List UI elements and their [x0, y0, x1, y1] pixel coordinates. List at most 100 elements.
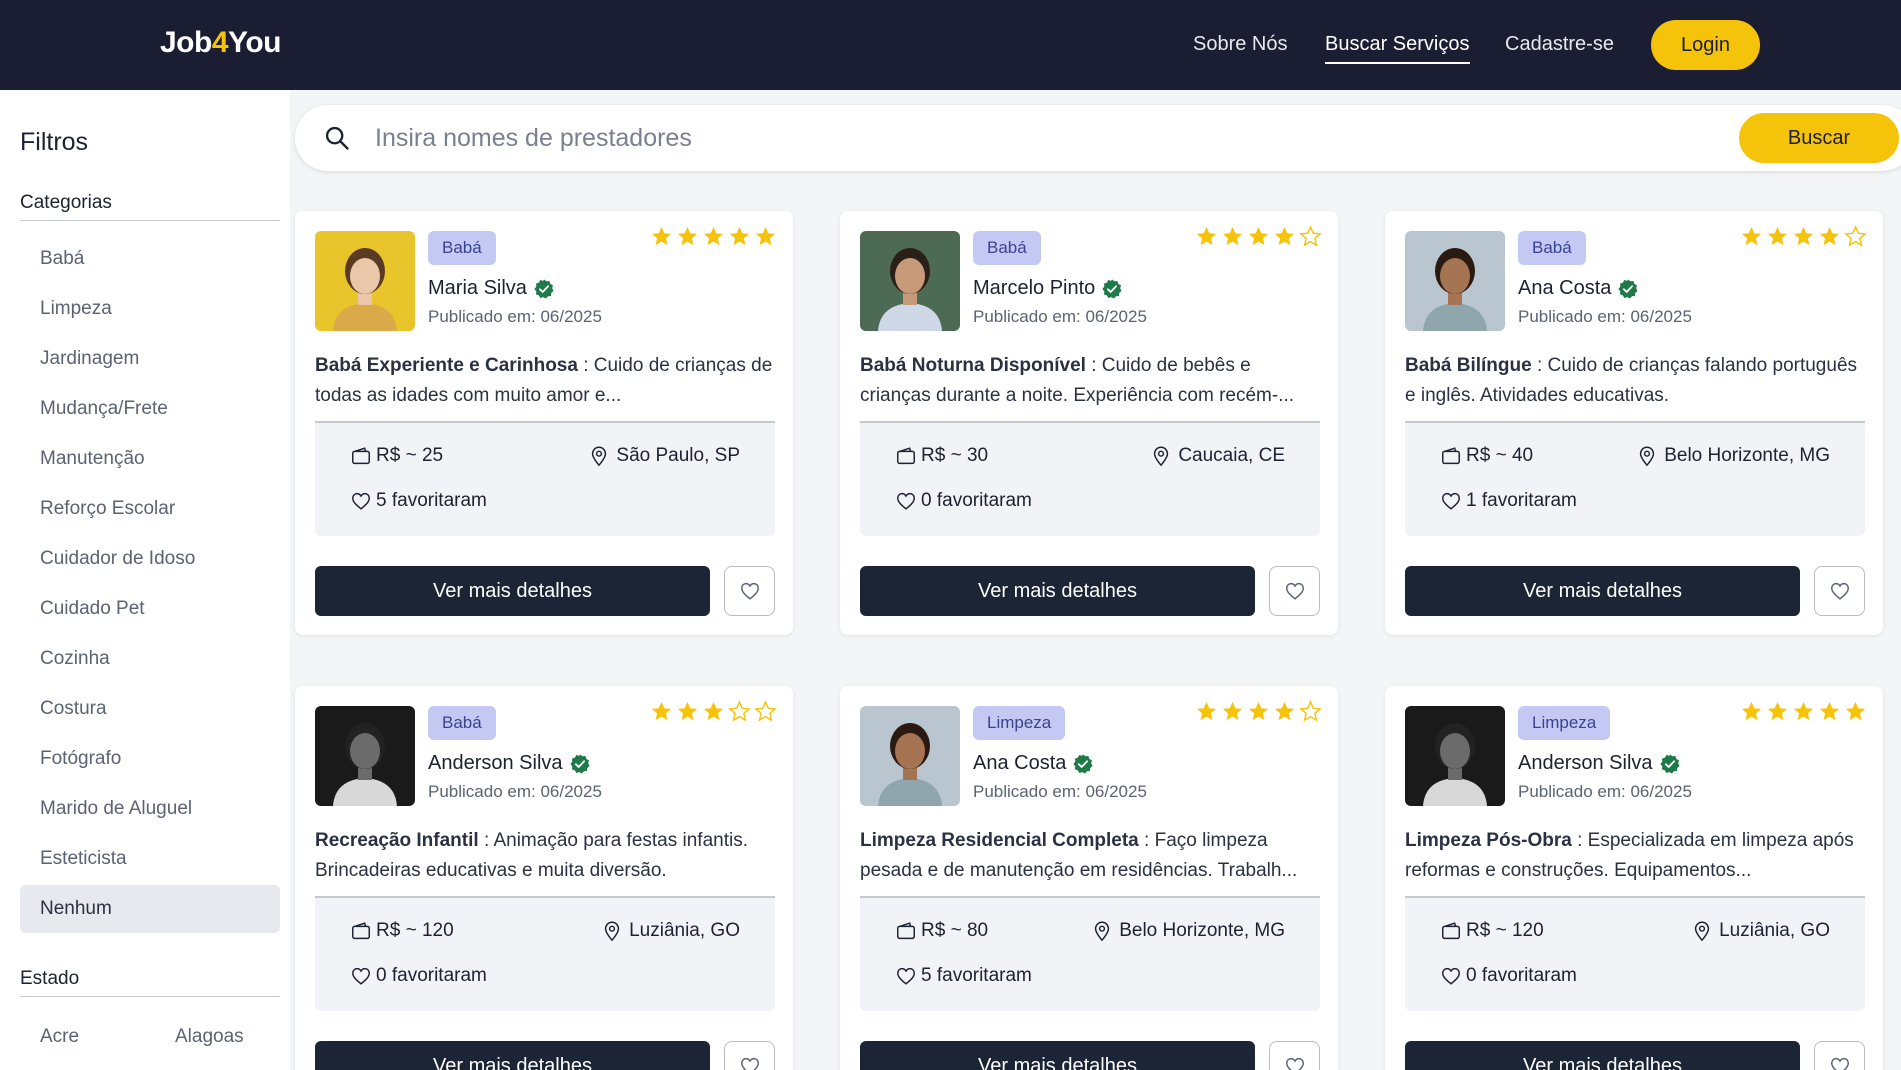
avatar	[1405, 706, 1505, 806]
heart-icon	[740, 582, 759, 600]
provider-name-row: Anderson Silva	[428, 752, 591, 775]
star-filled-icon	[1222, 226, 1243, 246]
category-item[interactable]: Babá	[20, 235, 280, 283]
favorite-button[interactable]	[724, 566, 775, 616]
location-pin-icon	[604, 921, 620, 942]
provider-name-row: Marcelo Pinto	[973, 277, 1123, 300]
avatar	[315, 231, 415, 331]
star-filled-icon	[1741, 226, 1762, 246]
category-item[interactable]: Reforço Escolar	[20, 485, 280, 533]
service-description: Recreação Infantil : Animação para festa…	[315, 826, 780, 886]
category-item[interactable]: Marido de Aluguel	[20, 785, 280, 833]
category-item[interactable]: Cuidador de Idoso	[20, 535, 280, 583]
favorite-button[interactable]	[1814, 1041, 1865, 1070]
service-card: Babá Anderson Silva Publicado em: 06/2025 R…	[295, 686, 793, 1070]
published-date: Publicado em: 06/2025	[428, 307, 602, 326]
heart-icon	[1285, 582, 1304, 600]
favorite-button[interactable]	[1269, 1041, 1320, 1070]
state-item-acre[interactable]: Acre	[20, 1013, 140, 1061]
service-info-box: R$ ~ 80 Belo Horizonte, MG 5 favoritaram	[860, 896, 1320, 1011]
price-value: R$ ~ 40	[1466, 445, 1534, 466]
service-info-box: R$ ~ 120 Luziânia, GO 0 favoritaram	[1405, 896, 1865, 1011]
star-filled-icon	[1819, 701, 1840, 721]
service-title: Babá Experiente e Carinhosa	[315, 355, 578, 376]
star-filled-icon	[1196, 701, 1217, 721]
rating-stars	[650, 225, 777, 248]
nav-link-buscar-servicos[interactable]: Buscar Serviços	[1325, 33, 1470, 64]
heart-icon	[1285, 1057, 1304, 1070]
service-description: Babá Experiente e Carinhosa : Cuido de c…	[315, 351, 780, 411]
rating-stars	[1740, 225, 1867, 248]
price-value: R$ ~ 25	[376, 445, 444, 466]
star-filled-icon	[703, 226, 724, 246]
star-filled-icon	[1793, 226, 1814, 246]
view-details-button[interactable]: Ver mais detalhes	[315, 566, 710, 616]
price-value: R$ ~ 120	[1466, 920, 1544, 941]
category-item[interactable]: Cozinha	[20, 635, 280, 683]
heart-outline-icon	[352, 492, 370, 510]
rating-stars	[1195, 700, 1322, 723]
state-item-alagoas[interactable]: Alagoas	[155, 1013, 275, 1061]
view-details-button[interactable]: Ver mais detalhes	[315, 1041, 710, 1070]
price-info: R$ ~ 30	[895, 445, 988, 467]
location-info: Belo Horizonte, MG	[1636, 445, 1830, 467]
star-filled-icon	[729, 226, 750, 246]
provider-name: Maria Silva	[428, 277, 527, 299]
favorite-button[interactable]	[1269, 566, 1320, 616]
rating-stars	[1740, 700, 1867, 723]
favorites-info: 5 favoritaram	[350, 490, 487, 512]
search-button[interactable]: Buscar	[1739, 113, 1899, 163]
view-details-button[interactable]: Ver mais detalhes	[860, 1041, 1255, 1070]
category-item[interactable]: Mudança/Frete	[20, 385, 280, 433]
category-item[interactable]: Limpeza	[20, 285, 280, 333]
star-outline-icon	[1299, 700, 1322, 722]
favorite-button[interactable]	[1814, 566, 1865, 616]
view-details-button[interactable]: Ver mais detalhes	[860, 566, 1255, 616]
provider-name: Anderson Silva	[1518, 752, 1653, 774]
view-details-button[interactable]: Ver mais detalhes	[1405, 1041, 1800, 1070]
nav-link-cadastre-se[interactable]: Cadastre-se	[1505, 33, 1614, 56]
favorites-count: 5 favoritaram	[376, 490, 487, 511]
category-item[interactable]: Nenhum	[20, 885, 280, 933]
heart-outline-icon	[1442, 967, 1460, 985]
login-button[interactable]: Login	[1651, 20, 1760, 70]
logo[interactable]: Job4You	[160, 26, 281, 60]
search-input[interactable]	[375, 121, 1675, 155]
service-info-box: R$ ~ 40 Belo Horizonte, MG 1 favoritaram	[1405, 421, 1865, 536]
service-title: Limpeza Pós-Obra	[1405, 830, 1572, 851]
price-value: R$ ~ 80	[921, 920, 989, 941]
service-card: Babá Maria Silva Publicado em: 06/2025 Babá…	[295, 211, 793, 635]
nav-link-sobre-nos[interactable]: Sobre Nós	[1193, 33, 1288, 56]
location-value: Luziânia, GO	[629, 920, 740, 941]
service-card: Babá Marcelo Pinto Publicado em: 06/2025 Ba…	[840, 211, 1338, 635]
avatar	[860, 231, 960, 331]
star-filled-icon	[1274, 701, 1295, 721]
favorites-info: 1 favoritaram	[1440, 490, 1577, 512]
category-item[interactable]: Fotógrafo	[20, 735, 280, 783]
categories-title: Categorias	[20, 192, 112, 213]
provider-name: Ana Costa	[1518, 277, 1612, 299]
heart-icon	[740, 1057, 759, 1070]
favorites-count: 0 favoritaram	[921, 490, 1032, 511]
category-badge: Babá	[1518, 231, 1586, 265]
location-pin-icon	[592, 446, 607, 467]
star-filled-icon	[755, 226, 776, 246]
category-item[interactable]: Costura	[20, 685, 280, 733]
category-item[interactable]: Manutenção	[20, 435, 280, 483]
star-filled-icon	[1248, 226, 1269, 246]
search-icon	[325, 126, 349, 150]
category-item[interactable]: Esteticista	[20, 835, 280, 883]
favorite-button[interactable]	[724, 1041, 775, 1070]
view-details-button[interactable]: Ver mais detalhes	[1405, 566, 1800, 616]
provider-name: Ana Costa	[973, 752, 1067, 774]
service-title: Babá Bilíngue	[1405, 355, 1532, 376]
star-outline-icon	[754, 700, 777, 722]
location-value: Caucaia, CE	[1178, 445, 1285, 466]
published-date: Publicado em: 06/2025	[973, 782, 1147, 801]
wallet-icon	[352, 447, 370, 465]
category-item[interactable]: Jardinagem	[20, 335, 280, 383]
category-item[interactable]: Cuidado Pet	[20, 585, 280, 633]
favorites-info: 0 favoritaram	[895, 490, 1032, 512]
location-value: Belo Horizonte, MG	[1664, 445, 1830, 466]
verified-badge-icon	[534, 278, 554, 299]
